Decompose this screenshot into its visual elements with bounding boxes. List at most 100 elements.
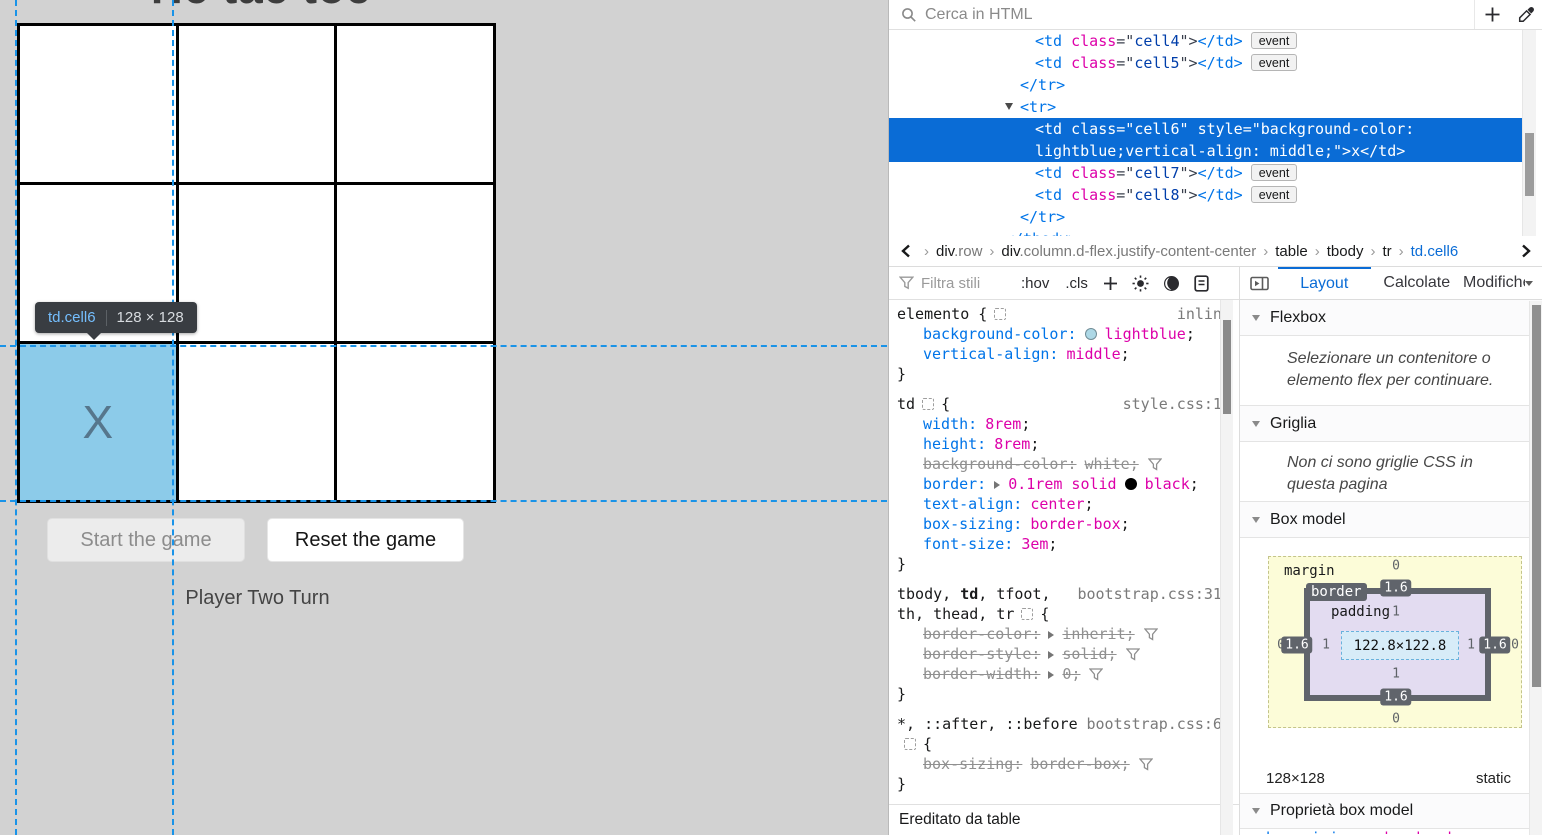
class-toggle[interactable]: .cls xyxy=(1065,275,1088,292)
border-left-value[interactable]: 1.6 xyxy=(1281,637,1312,654)
event-badge[interactable]: event xyxy=(1251,54,1298,71)
markup-line[interactable]: </tbody> xyxy=(889,228,1523,236)
markup-line[interactable]: <td class="cell7"></td>event xyxy=(889,162,1523,184)
dark-theme-icon[interactable] xyxy=(1163,275,1180,292)
new-rule-button[interactable] xyxy=(1103,276,1118,291)
filter-funnel-icon[interactable] xyxy=(1144,628,1158,641)
board-cell-5[interactable] xyxy=(337,185,493,341)
rule-source-link[interactable]: bootstrap.css:317 xyxy=(1077,584,1231,604)
expander-arrow-icon[interactable] xyxy=(1048,651,1054,659)
markup-line[interactable]: <td class="cell8"></td>event xyxy=(889,184,1523,206)
css-rule[interactable]: style.css:10td{width:8rem;height:8rem;ba… xyxy=(897,394,1231,574)
color-swatch[interactable] xyxy=(1085,328,1097,340)
filter-funnel-icon[interactable] xyxy=(1139,758,1153,771)
filter-funnel-icon[interactable] xyxy=(1089,668,1103,681)
padding-bottom-value[interactable]: 1 xyxy=(1392,667,1400,682)
event-badge[interactable]: event xyxy=(1251,32,1298,49)
reset-game-button[interactable]: Reset the game xyxy=(267,518,464,562)
board-cell-8[interactable] xyxy=(337,344,493,500)
padding-top-value[interactable]: 1 xyxy=(1392,605,1400,620)
highlight-target-icon[interactable] xyxy=(1021,608,1033,620)
sidebar-toggle-icon[interactable] xyxy=(1240,267,1278,299)
print-simulation-icon[interactable] xyxy=(1194,275,1209,292)
css-declaration[interactable]: font-size:3em; xyxy=(897,534,1231,554)
highlight-target-icon[interactable] xyxy=(904,738,916,750)
filter-funnel-icon[interactable] xyxy=(1126,648,1140,661)
all-tabs-caret-icon[interactable] xyxy=(1525,267,1542,299)
board-cell-7[interactable] xyxy=(179,344,335,500)
expander-arrow-icon[interactable] xyxy=(1048,671,1054,679)
markup-line[interactable]: <td class="cell4"></td>event xyxy=(889,30,1523,52)
rule-source-link[interactable]: bootstrap.css:64 xyxy=(1087,714,1232,734)
css-declaration[interactable]: width:8rem; xyxy=(897,414,1231,434)
css-declaration[interactable]: border-width:0; xyxy=(897,664,1231,684)
css-declaration[interactable]: box-sizing:border-box; xyxy=(897,514,1231,534)
flexbox-section-header[interactable]: Flexbox xyxy=(1240,300,1542,336)
css-declaration[interactable]: background-color:white; xyxy=(897,454,1231,474)
board-cell-6[interactable]: X xyxy=(20,344,176,500)
css-rule[interactable]: bootstrap.css:64*, ::after, ::before{box… xyxy=(897,714,1231,794)
grid-section-header[interactable]: Griglia xyxy=(1240,406,1542,442)
boxmodel-properties-header[interactable]: Proprietà box model xyxy=(1240,793,1542,829)
css-declaration[interactable]: box-sizing:border-box; xyxy=(897,754,1231,774)
breadcrumb-item[interactable]: table xyxy=(1275,243,1308,260)
border-top-value[interactable]: 1.6 xyxy=(1380,580,1411,597)
css-declaration[interactable]: background-color:lightblue; xyxy=(897,324,1231,344)
box-model-content-area[interactable]: 122.8×122.8 xyxy=(1341,631,1459,660)
light-theme-icon[interactable] xyxy=(1132,275,1149,292)
rules-scrollbar[interactable] xyxy=(1220,300,1233,835)
layout-scrollbar[interactable] xyxy=(1529,301,1542,835)
markup-scrollbar[interactable] xyxy=(1522,30,1536,236)
expand-arrow-icon[interactable] xyxy=(1005,103,1013,110)
board-cell-2[interactable] xyxy=(337,26,493,182)
boxmodel-section-header[interactable]: Box model xyxy=(1240,502,1542,538)
css-rule[interactable]: bootstrap.css:317tbody, td, tfoot, th, t… xyxy=(897,584,1231,704)
highlight-target-icon[interactable] xyxy=(994,308,1006,320)
color-swatch[interactable] xyxy=(1125,478,1137,490)
padding-left-value[interactable]: 1 xyxy=(1322,638,1330,653)
breadcrumb-item[interactable]: tr xyxy=(1382,243,1391,260)
filter-funnel-icon[interactable] xyxy=(1148,458,1162,471)
search-input[interactable] xyxy=(925,6,1474,24)
add-node-button[interactable] xyxy=(1475,0,1509,29)
margin-bottom-value[interactable]: 0 xyxy=(1392,712,1400,727)
markup-line[interactable]: </tr> xyxy=(889,206,1523,228)
start-game-button[interactable]: Start the game xyxy=(47,518,245,562)
padding-right-value[interactable]: 1 xyxy=(1467,638,1475,653)
eyedropper-icon[interactable] xyxy=(1509,0,1542,29)
tab-changes[interactable]: Modifiche xyxy=(1463,267,1525,299)
breadcrumb-item[interactable]: div.column.d-flex.justify-content-center xyxy=(1001,243,1256,260)
pseudo-class-toggle[interactable]: :hov xyxy=(1021,275,1049,292)
border-right-value[interactable]: 1.6 xyxy=(1479,637,1510,654)
board-cell-0[interactable] xyxy=(20,26,176,182)
board-cell-4[interactable] xyxy=(179,185,335,341)
margin-right-value[interactable]: 0 xyxy=(1511,638,1519,653)
css-declaration[interactable]: border-color:inherit; xyxy=(897,624,1231,644)
breadcrumb-item[interactable]: td.cell6 xyxy=(1411,243,1459,260)
rule-source-link[interactable]: style.css:10 xyxy=(1123,394,1231,414)
breadcrumb-item[interactable]: div.row xyxy=(936,243,982,260)
breadcrumb-prev-icon[interactable] xyxy=(895,244,917,258)
expander-arrow-icon[interactable] xyxy=(1048,631,1054,639)
markup-line[interactable]: <td class="cell5"></td>event xyxy=(889,52,1523,74)
css-declaration[interactable]: border:0.1rem solidblack; xyxy=(897,474,1231,494)
css-rule[interactable]: inlineelemento {background-color:lightbl… xyxy=(897,304,1231,384)
expander-arrow-icon[interactable] xyxy=(994,481,1000,489)
event-badge[interactable]: event xyxy=(1251,164,1298,181)
breadcrumb-item[interactable]: tbody xyxy=(1327,243,1364,260)
markup-line[interactable]: <td class="cell6" style="background-colo… xyxy=(889,118,1523,162)
margin-top-value[interactable]: 0 xyxy=(1392,559,1400,574)
tab-computed[interactable]: Calcolate xyxy=(1371,267,1464,299)
border-bottom-value[interactable]: 1.6 xyxy=(1380,689,1411,706)
markup-line[interactable]: <tr> xyxy=(889,96,1523,118)
breadcrumb-next-icon[interactable] xyxy=(1515,244,1537,258)
css-declaration[interactable]: height:8rem; xyxy=(897,434,1231,454)
css-declaration[interactable]: vertical-align:middle; xyxy=(897,344,1231,364)
filter-styles-input[interactable] xyxy=(921,275,1013,292)
tab-layout[interactable]: Layout xyxy=(1278,267,1371,299)
css-declaration[interactable]: text-align:center; xyxy=(897,494,1231,514)
highlight-target-icon[interactable] xyxy=(922,398,934,410)
board-cell-1[interactable] xyxy=(179,26,335,182)
event-badge[interactable]: event xyxy=(1251,186,1298,203)
markup-line[interactable]: </tr> xyxy=(889,74,1523,96)
